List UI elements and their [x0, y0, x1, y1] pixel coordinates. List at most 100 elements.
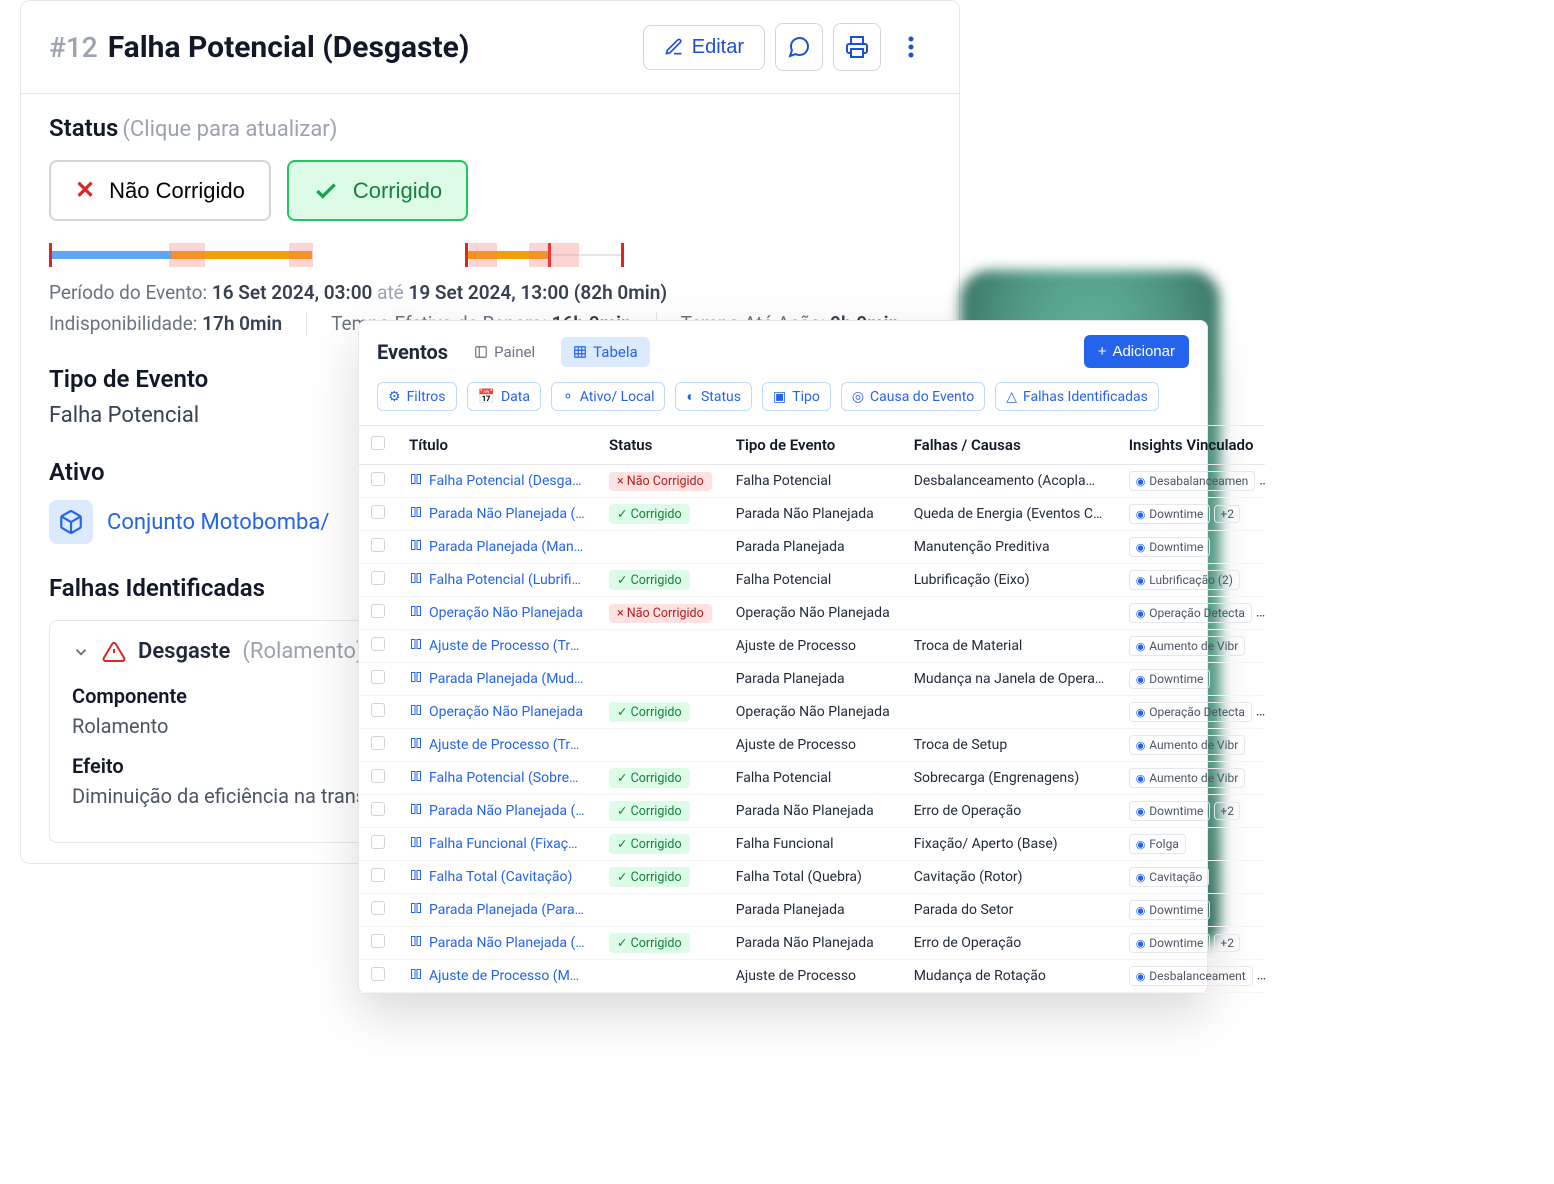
table-row[interactable]: Ajuste de Processo (Troca de... Ajuste de… — [359, 729, 1265, 762]
row-title[interactable]: Operação Não Planejada — [397, 597, 597, 630]
insight-tag[interactable]: ◉Operação Detecta — [1129, 603, 1252, 623]
table-row[interactable]: Falha Total (Cavitação)✓ CorrigidoFalha … — [359, 861, 1265, 894]
table-row[interactable]: Parada Planejada (Mudança na...Parada Pl… — [359, 663, 1265, 696]
row-checkbox[interactable] — [371, 670, 385, 684]
plus-tag[interactable]: +2 — [1214, 802, 1240, 820]
filter-filtros[interactable]: ⚙Filtros — [377, 382, 457, 411]
col-tipo[interactable]: Tipo de Evento — [724, 426, 902, 465]
insight-tag[interactable]: ◉Aumento de Vibr — [1129, 636, 1246, 656]
row-title[interactable]: Falha Total (Cavitação) — [397, 861, 597, 894]
row-checkbox[interactable] — [371, 901, 385, 915]
row-tipo: Falha Potencial — [724, 564, 902, 597]
row-title[interactable]: Falha Potencial (Lubrificação) — [397, 564, 597, 597]
row-status: ✓ Corrigido — [597, 498, 724, 531]
filter-causa[interactable]: ◎Causa do Evento — [841, 382, 985, 411]
row-checkbox[interactable] — [371, 703, 385, 717]
row-checkbox[interactable] — [371, 769, 385, 783]
row-checkbox[interactable] — [371, 835, 385, 849]
status-icon: ◐ — [686, 388, 694, 405]
filter-ativo[interactable]: ⚬Ativo/ Local — [551, 382, 666, 411]
row-title[interactable]: Parada Não Planejada (Queda... — [397, 498, 597, 531]
row-tipo: Parada Não Planejada — [724, 795, 902, 828]
row-checkbox[interactable] — [371, 604, 385, 618]
table-row[interactable]: Parada Não Planejada (Erro de...✓ Corrig… — [359, 927, 1265, 960]
row-title[interactable]: Falha Funcional (Fixação/ Aper... — [397, 828, 597, 861]
plus-tag[interactable]: +2 — [1214, 934, 1240, 952]
row-checkbox[interactable] — [371, 637, 385, 651]
row-checkbox[interactable] — [371, 571, 385, 585]
col-status[interactable]: Status — [597, 426, 724, 465]
table-row[interactable]: Parada Não Planejada (Queda...✓ Corrigid… — [359, 498, 1265, 531]
insight-tag[interactable]: ◉Desbalanceament — [1129, 966, 1253, 986]
row-title[interactable]: Operação Não Planejada — [397, 696, 597, 729]
table-row[interactable]: Parada Não Planejada (Erro de...✓ Corrig… — [359, 795, 1265, 828]
tab-table[interactable]: Tabela — [561, 337, 649, 367]
edit-button[interactable]: Editar — [643, 25, 765, 70]
more-menu-button[interactable] — [891, 23, 931, 71]
row-checkbox[interactable] — [371, 868, 385, 882]
row-insights: ◉Aumento de Vibr — [1117, 762, 1266, 795]
table-row[interactable]: Falha Potencial (Sobrecarga)✓ CorrigidoF… — [359, 762, 1265, 795]
table-row[interactable]: Falha Funcional (Fixação/ Aper...✓ Corri… — [359, 828, 1265, 861]
row-checkbox[interactable] — [371, 967, 385, 981]
row-status: ✓ Corrigido — [597, 861, 724, 894]
insight-tag[interactable]: ◉Aumento de Vibr — [1129, 735, 1246, 755]
insight-tag[interactable]: ◉Cavitação — [1129, 867, 1210, 887]
col-falhas[interactable]: Falhas / Causas — [902, 426, 1117, 465]
row-checkbox[interactable] — [371, 736, 385, 750]
insight-tag[interactable]: ◉Downtime — [1129, 801, 1211, 821]
row-checkbox[interactable] — [371, 472, 385, 486]
comment-button[interactable] — [775, 23, 823, 71]
row-title[interactable]: Ajuste de Processo (Troca de... — [397, 729, 597, 762]
table-row[interactable]: Parada Planejada (Manutençã...Parada Pla… — [359, 531, 1265, 564]
insight-tag[interactable]: ◉Downtime — [1129, 669, 1211, 689]
row-status — [597, 894, 724, 927]
row-title[interactable]: Parada Não Planejada (Erro de... — [397, 795, 597, 828]
insight-tag[interactable]: ◉Lubrificação (2) — [1129, 570, 1240, 590]
row-title[interactable]: Falha Potencial (Desgaste) — [397, 465, 597, 498]
plus-tag[interactable]: +2 — [1214, 505, 1240, 523]
table-row[interactable]: Falha Potencial (Desgaste)× Não Corrigid… — [359, 465, 1265, 498]
insight-tag[interactable]: ◉Aumento de Vibr — [1129, 768, 1246, 788]
table-row[interactable]: Parada Planejada (Parada do S...Parada P… — [359, 894, 1265, 927]
filter-falhas[interactable]: △Falhas Identificadas — [995, 382, 1159, 411]
row-checkbox[interactable] — [371, 934, 385, 948]
insight-tag[interactable]: ◉Downtime — [1129, 537, 1211, 557]
row-title[interactable]: Parada Não Planejada (Erro de... — [397, 927, 597, 960]
col-checkbox[interactable] — [359, 426, 397, 465]
filter-status[interactable]: ◐Status — [675, 382, 752, 411]
row-checkbox[interactable] — [371, 802, 385, 816]
table-row[interactable]: Operação Não Planejada× Não CorrigidoOpe… — [359, 597, 1265, 630]
row-tipo: Ajuste de Processo — [724, 729, 902, 762]
print-button[interactable] — [833, 23, 881, 71]
insight-tag[interactable]: ◉Folga — [1129, 834, 1186, 854]
insight-tag[interactable]: ◉Downtime — [1129, 900, 1211, 920]
row-title[interactable]: Ajuste de Processo (Mudança... — [397, 960, 597, 993]
table-row[interactable]: Operação Não Planejada✓ CorrigidoOperaçã… — [359, 696, 1265, 729]
insight-tag[interactable]: ◉Downtime — [1129, 504, 1211, 524]
row-title[interactable]: Falha Potencial (Sobrecarga) — [397, 762, 597, 795]
filter-data[interactable]: 📅Data — [467, 382, 541, 411]
filter-tipo[interactable]: ▣Tipo — [762, 382, 831, 411]
table-row[interactable]: Ajuste de Processo (Mudança... Ajuste de … — [359, 960, 1265, 993]
row-insights: ◉Downtime+2 — [1117, 795, 1266, 828]
status-corrected-button[interactable]: Corrigido — [287, 160, 468, 221]
table-row[interactable]: Falha Potencial (Lubrificação)✓ Corrigid… — [359, 564, 1265, 597]
row-tipo: Ajuste de Processo — [724, 960, 902, 993]
row-status: ✓ Corrigido — [597, 762, 724, 795]
row-title[interactable]: Ajuste de Processo (Troca de... — [397, 630, 597, 663]
row-checkbox[interactable] — [371, 505, 385, 519]
insight-tag[interactable]: ◉Desabalanceamen — [1129, 471, 1256, 491]
col-titulo[interactable]: Título — [397, 426, 597, 465]
row-title[interactable]: Parada Planejada (Mudança na... — [397, 663, 597, 696]
tab-panel[interactable]: Painel — [462, 337, 547, 367]
row-title[interactable]: Parada Planejada (Parada do S... — [397, 894, 597, 927]
table-row[interactable]: Ajuste de Processo (Troca de...Ajuste de… — [359, 630, 1265, 663]
row-checkbox[interactable] — [371, 538, 385, 552]
insight-tag[interactable]: ◉Operação Detecta — [1129, 702, 1252, 722]
col-insights[interactable]: Insights Vinculado — [1117, 426, 1266, 465]
row-title[interactable]: Parada Planejada (Manutençã... — [397, 531, 597, 564]
add-button[interactable]: + Adicionar — [1084, 335, 1189, 368]
status-not-corrected-button[interactable]: ✕ Não Corrigido — [49, 160, 271, 221]
insight-tag[interactable]: ◉Downtime — [1129, 933, 1211, 953]
